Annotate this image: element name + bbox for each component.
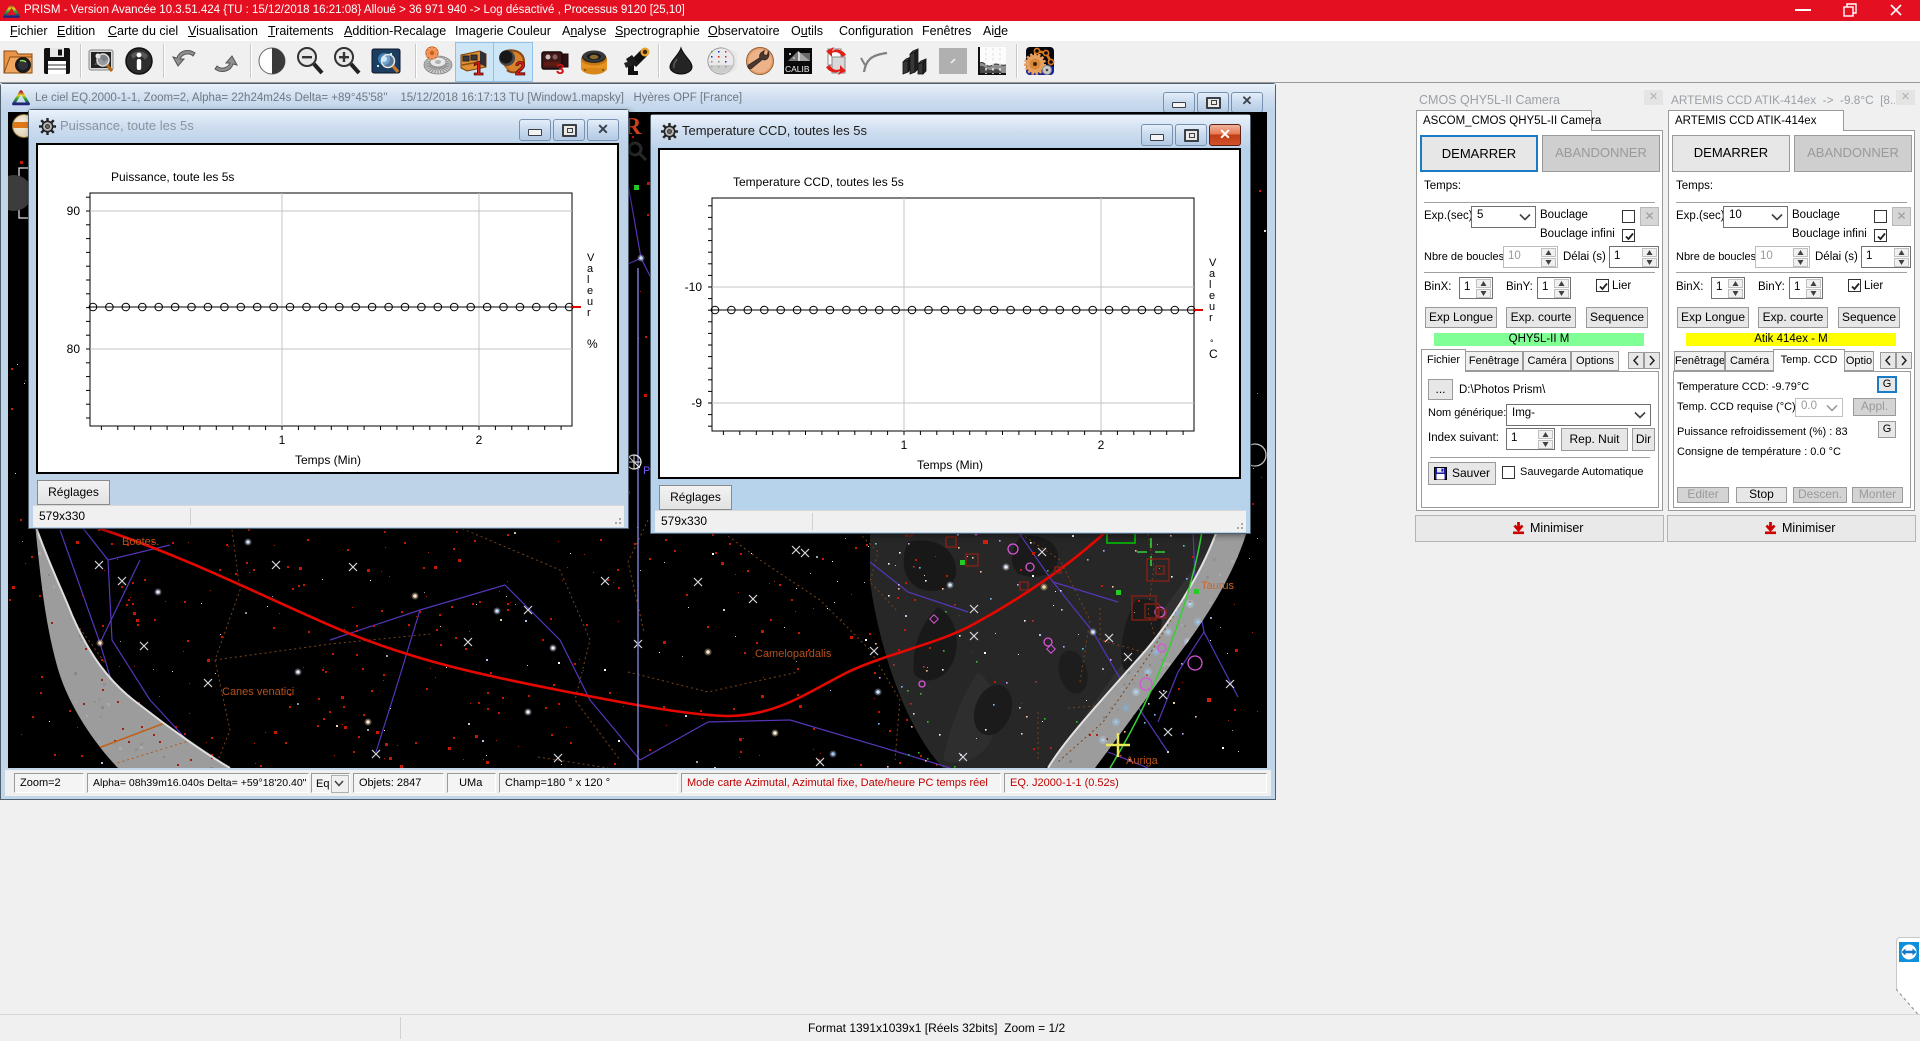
svg-text:-9: -9 bbox=[691, 396, 702, 410]
svg-text:2: 2 bbox=[515, 59, 526, 77]
svg-text:Canes venatici: Canes venatici bbox=[222, 686, 294, 698]
svg-text:2: 2 bbox=[1098, 438, 1105, 452]
svg-text:Temps (Min): Temps (Min) bbox=[295, 453, 361, 467]
svg-text:80: 80 bbox=[67, 342, 81, 356]
svg-text:%: % bbox=[587, 337, 598, 351]
svg-text:r: r bbox=[587, 307, 591, 319]
svg-text:1: 1 bbox=[279, 433, 286, 447]
svg-text:1: 1 bbox=[473, 59, 484, 77]
svg-text:Taurus: Taurus bbox=[1201, 580, 1235, 592]
svg-text:Auriga: Auriga bbox=[1126, 755, 1159, 767]
svg-text:Puissance, toute les 5s: Puissance, toute les 5s bbox=[111, 170, 234, 184]
svg-text:3: 3 bbox=[556, 61, 564, 77]
svg-text:Temperature CCD, toutes les 5s: Temperature CCD, toutes les 5s bbox=[733, 175, 904, 189]
svg-text:Bootes.: Bootes. bbox=[122, 536, 159, 548]
svg-text:2: 2 bbox=[476, 433, 483, 447]
svg-text:90: 90 bbox=[67, 204, 81, 218]
svg-text:r: r bbox=[1209, 312, 1213, 324]
svg-text:-10: -10 bbox=[685, 280, 703, 294]
svg-text:Temps (Min): Temps (Min) bbox=[917, 458, 983, 472]
svg-text:1: 1 bbox=[901, 438, 908, 452]
svg-text:CALIB: CALIB bbox=[785, 64, 810, 74]
svg-text:C: C bbox=[1209, 347, 1218, 361]
svg-text:Camelopardalis: Camelopardalis bbox=[755, 648, 832, 660]
